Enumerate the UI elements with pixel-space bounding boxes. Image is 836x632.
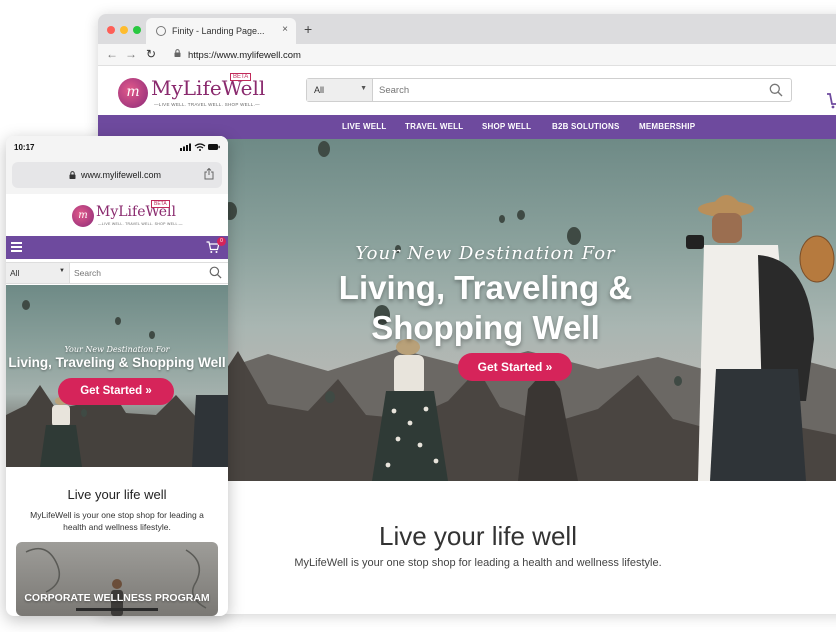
window-zoom-button[interactable] bbox=[133, 26, 141, 34]
search-category-value: All bbox=[10, 268, 20, 278]
mobile-site-logo[interactable]: m MyLifeWell BETA —LIVE WELL. TRAVEL WEL… bbox=[72, 200, 182, 230]
mobile-hero-banner: Your New Destination For Living, Traveli… bbox=[6, 285, 228, 467]
mobile-search-category-select[interactable]: All ▼ bbox=[6, 263, 70, 283]
nav-travel-well[interactable]: TRAVEL WELL bbox=[405, 122, 463, 131]
chevron-down-icon: ▼ bbox=[59, 268, 65, 274]
mobile-search-input[interactable] bbox=[72, 263, 202, 283]
mobile-intro-body: MyLifeWell is your one stop shop for lea… bbox=[30, 510, 204, 532]
tab-title: Finity - Landing Page... bbox=[172, 26, 265, 36]
reload-icon[interactable]: ↻ bbox=[146, 47, 156, 61]
address-url: https://www.mylifewell.com bbox=[188, 50, 301, 61]
corporate-wellness-card[interactable]: CORPORATE WELLNESS PROGRAM bbox=[16, 542, 218, 616]
mobile-address-field[interactable]: www.mylifewell.com bbox=[12, 162, 222, 188]
mobile-get-started-button[interactable]: Get Started » bbox=[58, 378, 174, 405]
search-bar: All ▼ bbox=[306, 78, 792, 102]
signal-wifi-battery-icon bbox=[180, 143, 220, 151]
screenshot-stage: Finity - Landing Page... × + ← → ↻ https… bbox=[0, 0, 836, 632]
mobile-phone-frame: 10:17 www.mylifewell.com m MyLifeWell BE… bbox=[6, 136, 228, 616]
logo-tagline: —LIVE WELL. TRAVEL WELL. SHOP WELL.— bbox=[98, 222, 183, 226]
mobile-hero-tagline: Your New Destination For bbox=[64, 345, 170, 354]
card-photo bbox=[25, 547, 207, 616]
globe-icon bbox=[156, 26, 166, 36]
card-label: CORPORATE WELLNESS PROGRAM bbox=[24, 592, 210, 604]
new-tab-button[interactable]: + bbox=[304, 21, 312, 37]
back-arrow-icon[interactable]: ← bbox=[106, 47, 118, 61]
site-logo[interactable]: m MyLifeWell BETA —LIVE WELL. TRAVEL WEL… bbox=[118, 73, 265, 110]
window-close-button[interactable] bbox=[107, 26, 115, 34]
forward-arrow-icon[interactable]: → bbox=[125, 47, 137, 61]
mobile-url-bar: www.mylifewell.com bbox=[6, 158, 228, 194]
nav-membership[interactable]: MEMBERSHIP bbox=[639, 122, 695, 131]
mobile-hero-headline: Living, Traveling & Shopping Well bbox=[8, 355, 226, 370]
chevron-down-icon: ▼ bbox=[360, 85, 367, 92]
mobile-intro-section: Live your life well MyLifeWell is your o… bbox=[6, 467, 228, 542]
mobile-status-bar: 10:17 bbox=[6, 136, 228, 158]
search-icon[interactable] bbox=[209, 266, 222, 279]
logo-emblem: m bbox=[72, 205, 94, 227]
logo-tagline: —LIVE WELL. TRAVEL WELL. SHOP WELL.— bbox=[154, 102, 260, 107]
mobile-intro-title: Live your life well bbox=[67, 487, 167, 502]
browser-tab-bar: Finity - Landing Page... × + bbox=[98, 14, 836, 44]
hamburger-menu-icon[interactable] bbox=[11, 242, 22, 252]
search-icon[interactable] bbox=[769, 83, 783, 97]
search-input[interactable] bbox=[375, 79, 755, 101]
nav-live-well[interactable]: LIVE WELL bbox=[342, 122, 386, 131]
get-started-button[interactable]: Get Started » bbox=[458, 353, 572, 381]
beta-badge: BETA bbox=[151, 200, 170, 208]
mobile-site-header: m MyLifeWell BETA —LIVE WELL. TRAVEL WEL… bbox=[6, 194, 228, 236]
browser-toolbar: ← → ↻ https://www.mylifewell.com bbox=[98, 44, 836, 66]
lock-icon bbox=[174, 49, 181, 57]
browser-tab[interactable]: Finity - Landing Page... × bbox=[146, 18, 296, 44]
search-category-value: All bbox=[314, 85, 325, 95]
cart-count-badge: 0 bbox=[217, 237, 226, 246]
tab-close-icon[interactable]: × bbox=[282, 24, 288, 35]
nav-b2b-solutions[interactable]: B2B SOLUTIONS bbox=[552, 122, 620, 131]
address-bar[interactable]: https://www.mylifewell.com bbox=[168, 46, 836, 64]
mobile-url-text: www.mylifewell.com bbox=[81, 170, 162, 180]
search-category-select[interactable]: All ▼ bbox=[307, 79, 373, 101]
status-time: 10:17 bbox=[14, 143, 35, 152]
share-icon[interactable] bbox=[204, 168, 214, 180]
mobile-search-bar: All ▼ bbox=[6, 262, 228, 284]
site-header: m MyLifeWell BETA —LIVE WELL. TRAVEL WEL… bbox=[98, 66, 836, 116]
nav-shop-well[interactable]: SHOP WELL bbox=[482, 122, 531, 131]
cart-icon[interactable] bbox=[826, 92, 836, 110]
mobile-hero-photo bbox=[6, 300, 228, 467]
mobile-nav-bar: 0 bbox=[6, 236, 228, 259]
beta-badge: BETA bbox=[230, 73, 252, 81]
logo-emblem: m bbox=[118, 78, 148, 108]
lock-icon bbox=[69, 171, 76, 179]
window-minimize-button[interactable] bbox=[120, 26, 128, 34]
